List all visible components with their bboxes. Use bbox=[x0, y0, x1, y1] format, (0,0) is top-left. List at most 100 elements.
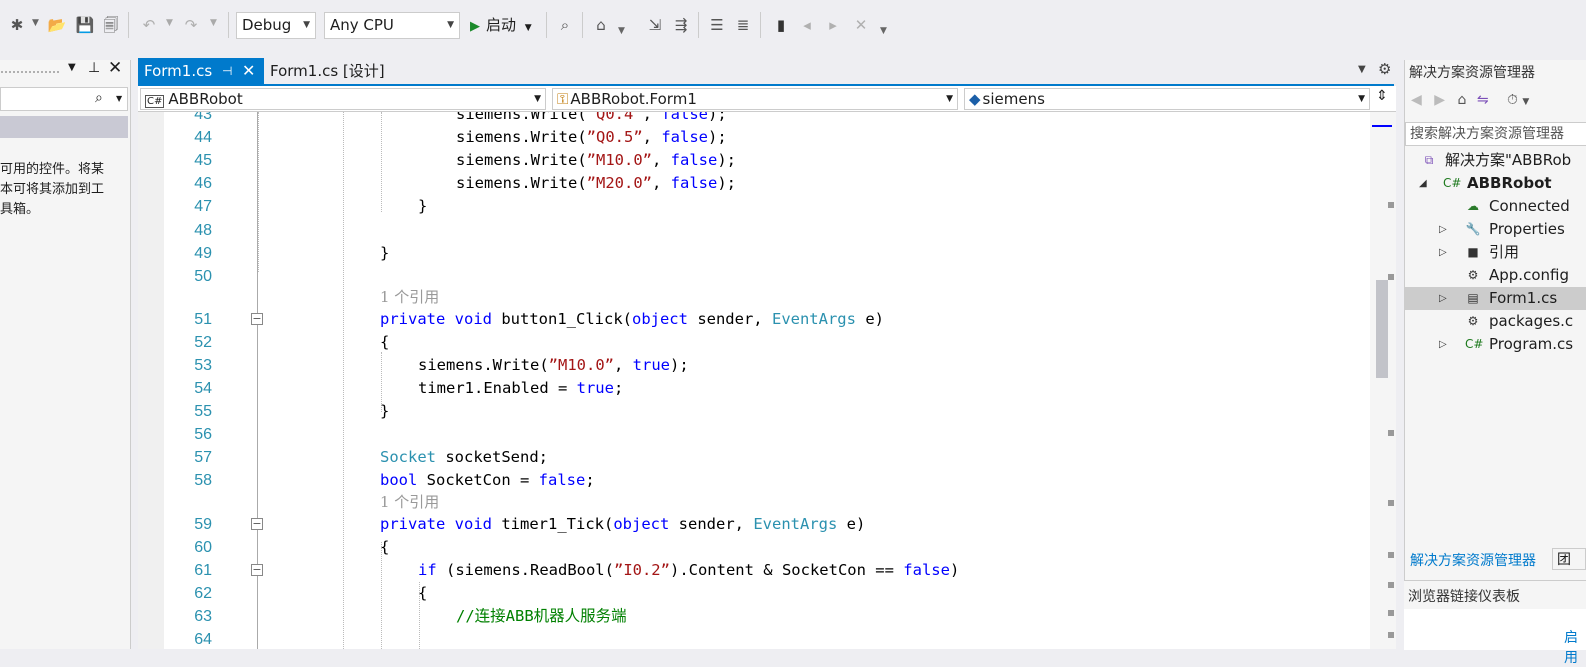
redo-icon[interactable]: ↷ bbox=[180, 14, 202, 36]
overflow-arrow[interactable]: ▼ bbox=[880, 26, 887, 36]
scroll-marker bbox=[1388, 582, 1394, 588]
tree-item-solution[interactable]: ⧉ 解决方案"ABBRob bbox=[1405, 149, 1586, 172]
gear-icon[interactable]: ⚙ bbox=[1378, 60, 1391, 78]
code-line[interactable]: 54 timer1.Enabled = true; bbox=[138, 377, 1370, 400]
close-icon[interactable]: ✕ bbox=[108, 58, 122, 78]
code-line[interactable]: 52 { bbox=[138, 331, 1370, 354]
redo-dropdown-arrow[interactable]: ▼ bbox=[210, 18, 217, 28]
code-line[interactable]: 43 siemens.Write(”Q0.4”, false); bbox=[138, 112, 1370, 126]
tab-list-dropdown-icon[interactable]: ▼ bbox=[1358, 64, 1366, 75]
code-line[interactable]: 59 − private void timer1_Tick(object sende… bbox=[138, 513, 1370, 536]
tree-item-references[interactable]: ▷ ■ 引用 bbox=[1405, 241, 1586, 264]
overflow-arrow[interactable]: ▼ bbox=[618, 26, 625, 36]
pending-changes-icon[interactable]: ⏱ bbox=[1507, 92, 1518, 108]
toolbox-group-header[interactable] bbox=[0, 116, 128, 138]
new-project-icon[interactable]: ✱ bbox=[6, 14, 28, 36]
expand-arrow-icon[interactable]: ▷ bbox=[1439, 287, 1447, 310]
solution-search-input[interactable]: 搜索解决方案资源管理器 bbox=[1405, 122, 1586, 146]
reference-count[interactable]: 1 个引用 bbox=[380, 491, 439, 514]
solution-configuration-select[interactable]: Debug ▼ bbox=[236, 12, 316, 39]
code-line[interactable]: 48 bbox=[138, 219, 1370, 242]
code-line[interactable]: 55} bbox=[138, 400, 1370, 423]
code-line[interactable]: 53 siemens.Write(”M10.0”, true); bbox=[138, 354, 1370, 377]
solution-platform-select[interactable]: Any CPU ▼ bbox=[324, 12, 460, 39]
undo-icon[interactable]: ↶ bbox=[138, 14, 160, 36]
undo-dropdown-arrow[interactable]: ▼ bbox=[166, 18, 173, 28]
editor-vertical-scrollbar[interactable] bbox=[1370, 112, 1396, 649]
panel-grip[interactable] bbox=[0, 70, 60, 74]
clear-bookmarks-icon[interactable]: ✕ bbox=[850, 14, 872, 36]
code-line[interactable]: 64 bbox=[138, 628, 1370, 649]
tree-item-program[interactable]: ▷ C# Program.cs bbox=[1405, 333, 1586, 356]
expand-arrow-icon[interactable]: ▷ bbox=[1439, 241, 1447, 264]
code-line[interactable]: 49} bbox=[138, 242, 1370, 265]
tab-team-explorer[interactable]: 团 bbox=[1552, 548, 1586, 570]
forward-icon[interactable]: ▶ bbox=[1434, 92, 1445, 108]
project-select[interactable]: C# ABBRobot ▼ bbox=[140, 88, 546, 110]
window-position-icon[interactable]: ▼ bbox=[68, 62, 76, 73]
code-line[interactable]: 46 siemens.Write(”M20.0”, false); bbox=[138, 172, 1370, 195]
code-line[interactable]: 45 siemens.Write(”M10.0”, false); bbox=[138, 149, 1370, 172]
toolbox-search-input[interactable]: ⌕ ▼ bbox=[0, 87, 128, 111]
reference-count[interactable]: 1 个引用 bbox=[380, 286, 439, 309]
next-bookmark-icon[interactable]: ▸ bbox=[822, 14, 844, 36]
tree-item-app-config[interactable]: ⚙ App.config bbox=[1405, 264, 1586, 287]
tree-item-connected-services[interactable]: ☁ Connected bbox=[1405, 195, 1586, 218]
pin-icon[interactable]: ⊥ bbox=[88, 60, 100, 76]
find-in-files-icon[interactable]: ⌕ bbox=[554, 14, 576, 36]
open-folder-icon[interactable]: 📂 bbox=[46, 14, 68, 36]
collapse-icon[interactable]: − bbox=[251, 313, 263, 325]
save-all-icon[interactable]: 🗐 bbox=[100, 14, 122, 36]
split-editor-icon[interactable]: ⇕ bbox=[1372, 88, 1392, 108]
browser-link-icon[interactable]: ⌂ bbox=[590, 14, 612, 36]
code-line[interactable]: 56 bbox=[138, 423, 1370, 446]
tree-item-packages-config[interactable]: ⚙ packages.c bbox=[1405, 310, 1586, 333]
uncomment-lines-icon[interactable]: ≣ bbox=[732, 14, 754, 36]
member-select[interactable]: ◆ siemens ▼ bbox=[964, 88, 1370, 110]
code-line[interactable]: 63 //连接ABB机器人服务端 bbox=[138, 605, 1370, 628]
expand-arrow-icon[interactable]: ▷ bbox=[1439, 333, 1447, 356]
collapse-arrow-icon[interactable]: ◢ bbox=[1419, 172, 1427, 195]
tab-form1-design[interactable]: Form1.cs [设计] bbox=[270, 58, 385, 84]
solution-explorer-tabs: 解决方案资源管理器 团 bbox=[1404, 546, 1586, 572]
class-select[interactable]: ⚿ ABBRobot.Form1 ▼ bbox=[552, 88, 958, 110]
collapse-icon[interactable]: − bbox=[251, 564, 263, 576]
tree-item-properties[interactable]: ▷ 🔧 Properties bbox=[1405, 218, 1586, 241]
codelens-row[interactable]: 1 个引用 bbox=[138, 286, 1370, 309]
tab-solution-explorer[interactable]: 解决方案资源管理器 bbox=[1410, 550, 1536, 570]
code-line[interactable]: 47} bbox=[138, 195, 1370, 218]
chevron-down-icon[interactable]: ▼ bbox=[1522, 97, 1529, 107]
pin-icon[interactable]: ⊣ bbox=[222, 58, 232, 84]
tree-item-project[interactable]: ◢ C# ABBRobot bbox=[1405, 172, 1586, 195]
code-line[interactable]: 61 − if (siemens.ReadBool(”I0.2”).Content … bbox=[138, 559, 1370, 582]
codelens-row[interactable]: 1 个引用 bbox=[138, 491, 1370, 514]
home-icon[interactable]: ⌂ bbox=[1457, 92, 1466, 108]
start-button[interactable]: ▶ 启动 ▼ bbox=[470, 12, 532, 39]
new-dropdown-arrow[interactable]: ▼ bbox=[32, 18, 39, 28]
back-icon[interactable]: ◀ bbox=[1411, 92, 1422, 108]
close-icon[interactable]: ✕ bbox=[242, 58, 255, 84]
code-line[interactable]: 58 bool SocketCon = false; bbox=[138, 469, 1370, 492]
line-number: 46 bbox=[194, 175, 212, 192]
tab-form1-cs[interactable]: Form1.cs ⊣ ✕ bbox=[138, 58, 264, 84]
code-line[interactable]: 62 { bbox=[138, 582, 1370, 605]
code-line[interactable]: 60 { bbox=[138, 536, 1370, 559]
code-editor[interactable]: 43 siemens.Write(”Q0.4”, false); 44 siemens… bbox=[138, 112, 1370, 649]
code-line[interactable]: 50 bbox=[138, 265, 1370, 288]
code-line[interactable]: 44 siemens.Write(”Q0.5”, false); bbox=[138, 126, 1370, 149]
save-icon[interactable]: 💾 bbox=[74, 14, 96, 36]
previous-bookmark-icon[interactable]: ◂ bbox=[796, 14, 818, 36]
step-into-icon[interactable]: ⇲ bbox=[644, 14, 666, 36]
collapse-icon[interactable]: − bbox=[251, 518, 263, 530]
switch-views-icon[interactable]: ⇋ bbox=[1477, 92, 1489, 108]
expand-arrow-icon[interactable]: ▷ bbox=[1439, 218, 1447, 241]
code-line[interactable]: 57 Socket socketSend; bbox=[138, 446, 1370, 469]
step-over-icon[interactable]: ⇶ bbox=[670, 14, 692, 36]
code-line[interactable]: 51 − private void button1_Click(object sen… bbox=[138, 308, 1370, 331]
bookmark-icon[interactable]: ▮ bbox=[770, 14, 792, 36]
panel-body bbox=[1404, 609, 1586, 650]
scrollbar-thumb[interactable] bbox=[1376, 280, 1388, 378]
tree-item-form1[interactable]: ▷ ▤ Form1.cs bbox=[1405, 287, 1586, 310]
enable-link[interactable]: 启用 bbox=[1564, 627, 1586, 667]
comment-lines-icon[interactable]: ☰ bbox=[706, 14, 728, 36]
